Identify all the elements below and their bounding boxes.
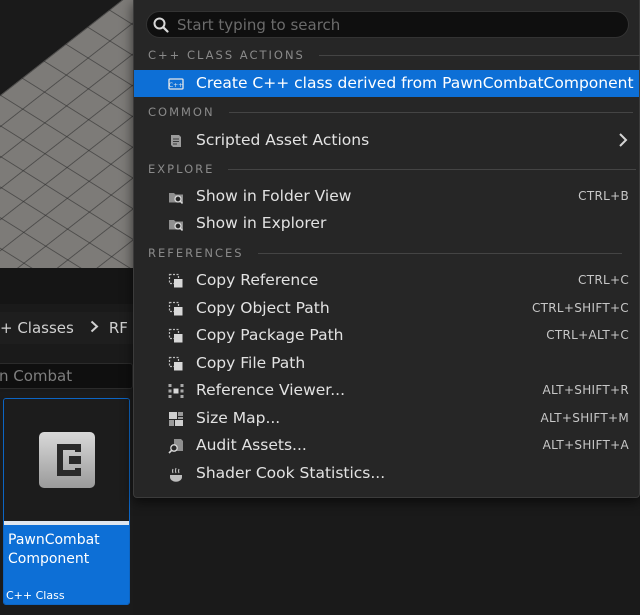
copy-icon xyxy=(168,328,183,343)
search-icon xyxy=(153,17,169,33)
menu-item-label: Copy Package Path xyxy=(196,326,344,344)
cpp-class-icon: C++ xyxy=(168,78,184,90)
breadcrumb: + Classes RF xyxy=(0,312,133,344)
menu-item-scripted-asset-actions[interactable]: Scripted Asset Actions xyxy=(134,127,639,154)
menu-item-shortcut: ALT+SHIFT+M xyxy=(540,411,629,425)
menu-item-copy-reference[interactable]: Copy Reference CTRL+C xyxy=(134,267,639,294)
section-divider xyxy=(257,252,622,254)
asset-tile-pawncombat-component[interactable]: PawnCombat Component C++ Class xyxy=(3,398,130,605)
audit-icon xyxy=(168,439,183,454)
content-browser-search-input[interactable]: n Combat xyxy=(0,363,133,389)
asset-label: PawnCombat Component C++ Class xyxy=(4,525,129,604)
copy-icon xyxy=(168,273,183,288)
menu-item-copy-file-path[interactable]: Copy File Path xyxy=(134,350,639,377)
menu-item-audit-assets[interactable]: Audit Assets... ALT+SHIFT+A xyxy=(134,432,639,459)
menu-item-label: Scripted Asset Actions xyxy=(196,131,370,149)
copy-icon xyxy=(168,301,183,316)
shader-cook-icon xyxy=(170,467,182,482)
cpp-class-icon xyxy=(38,432,95,488)
menu-item-label: Audit Assets... xyxy=(196,436,307,454)
menu-search-box[interactable] xyxy=(146,11,629,38)
folder-search-icon xyxy=(169,193,184,205)
copy-icon xyxy=(168,356,183,371)
menu-item-show-in-folder-view[interactable]: Show in Folder View CTRL+B xyxy=(134,183,639,210)
menu-item-copy-object-path[interactable]: Copy Object Path CTRL+SHIFT+C xyxy=(134,295,639,322)
section-header-label: COMMON xyxy=(148,105,215,119)
section-divider xyxy=(228,111,633,113)
folder-search-icon xyxy=(169,220,184,232)
size-map-icon xyxy=(169,412,183,426)
level-viewport[interactable] xyxy=(0,0,133,268)
content-browser-toolbar xyxy=(0,268,133,304)
menu-item-label: Create C++ class derived from PawnCombat… xyxy=(196,74,634,92)
menu-item-shortcut: CTRL+C xyxy=(578,273,629,287)
menu-item-shader-cook-statistics[interactable]: Shader Cook Statistics... xyxy=(134,460,639,487)
scroll-icon xyxy=(171,135,181,147)
menu-search-input[interactable] xyxy=(177,15,628,34)
menu-item-shortcut: CTRL+SHIFT+C xyxy=(531,301,629,315)
asset-name: PawnCombat Component xyxy=(8,532,100,567)
section-divider xyxy=(318,54,640,56)
chevron-right-icon xyxy=(619,133,628,147)
section-header-label: REFERENCES xyxy=(148,246,244,260)
asset-type: C++ Class xyxy=(6,589,65,602)
menu-item-label: Copy Object Path xyxy=(196,299,330,317)
menu-item-copy-package-path[interactable]: Copy Package Path CTRL+ALT+C xyxy=(134,322,639,349)
section-header-cpp-class-actions: C++ CLASS ACTIONS xyxy=(148,47,640,63)
floor-tiles xyxy=(0,0,133,268)
section-header-common: COMMON xyxy=(148,104,633,120)
breadcrumb-item-rf[interactable]: RF xyxy=(109,319,128,337)
breadcrumb-item-classes[interactable]: + Classes xyxy=(0,319,74,337)
asset-context-menu: C++ CLASS ACTIONS C++ Create C++ class d… xyxy=(133,0,640,498)
menu-item-label: Size Map... xyxy=(196,409,281,427)
chevron-right-icon xyxy=(90,320,99,337)
menu-item-show-in-explorer[interactable]: Show in Explorer xyxy=(134,210,639,237)
menu-item-shortcut: ALT+SHIFT+R xyxy=(542,383,629,397)
asset-thumbnail xyxy=(4,399,129,521)
editor-window: + Classes RF n Combat PawnCombat Compone… xyxy=(0,0,640,615)
menu-item-create-cpp-class[interactable]: C++ Create C++ class derived from PawnCo… xyxy=(134,70,639,97)
menu-item-label: Reference Viewer... xyxy=(196,381,346,399)
reference-viewer-icon xyxy=(168,384,184,398)
section-header-explore: EXPLORE xyxy=(148,161,637,177)
menu-item-size-map[interactable]: Size Map... ALT+SHIFT+M xyxy=(134,405,639,432)
section-header-references: REFERENCES xyxy=(148,245,622,261)
section-header-label: C++ CLASS ACTIONS xyxy=(148,48,305,62)
menu-item-label: Copy Reference xyxy=(196,271,319,289)
section-divider xyxy=(228,168,637,170)
menu-item-label: Show in Explorer xyxy=(196,214,327,232)
menu-item-reference-viewer[interactable]: Reference Viewer... ALT+SHIFT+R xyxy=(134,377,639,404)
menu-item-shortcut: CTRL+B xyxy=(578,189,629,203)
svg-text:C++: C++ xyxy=(169,82,183,89)
menu-item-shortcut: ALT+SHIFT+A xyxy=(542,438,629,452)
section-header-label: EXPLORE xyxy=(148,162,215,176)
menu-item-label: Copy File Path xyxy=(196,354,306,372)
menu-item-shortcut: CTRL+ALT+C xyxy=(546,328,629,342)
menu-item-label: Show in Folder View xyxy=(196,187,352,205)
menu-item-label: Shader Cook Statistics... xyxy=(196,464,386,482)
